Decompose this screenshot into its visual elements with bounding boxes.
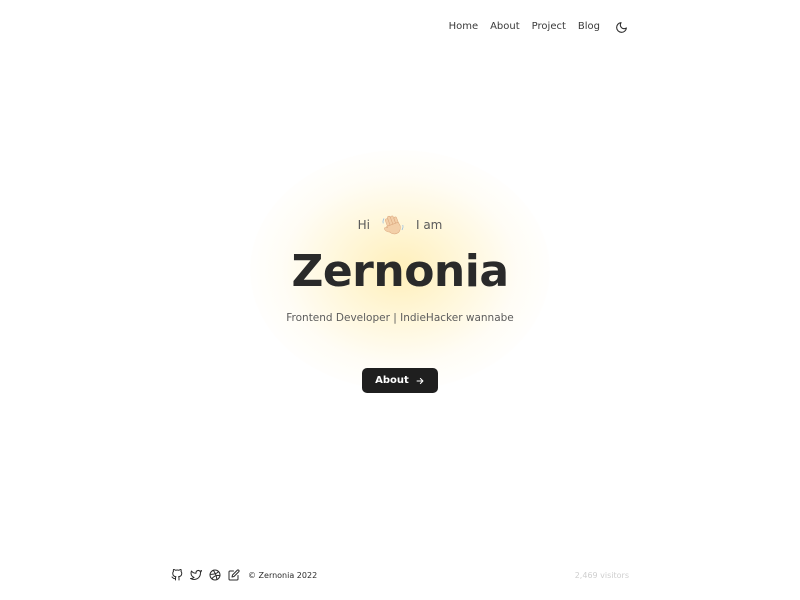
moon-icon	[615, 21, 627, 33]
copyright-text: © Zernonia 2022	[248, 570, 318, 580]
greeting-hi: Hi	[357, 218, 370, 232]
dribbble-link[interactable]	[209, 569, 221, 581]
greeting-i-am: I am	[415, 218, 443, 232]
nav-home[interactable]: Home	[444, 18, 482, 40]
nav-blog[interactable]: Blog	[578, 18, 600, 36]
top-nav: Home About Project Blog	[444, 18, 628, 40]
twitter-link[interactable]	[190, 569, 202, 581]
footer-left: © Zernonia 2022	[171, 569, 317, 581]
hero-name: Zernonia	[291, 246, 509, 297]
waving-hand-icon	[382, 215, 404, 235]
about-button[interactable]: About	[362, 368, 438, 393]
about-button-label: About	[375, 375, 409, 386]
nav-about[interactable]: About	[490, 18, 520, 36]
footer: © Zernonia 2022 2,469 visitors	[171, 569, 629, 581]
github-icon	[171, 569, 183, 581]
hero-tagline: Frontend Developer | IndieHacker wannabe	[286, 312, 514, 324]
edit-link[interactable]	[228, 569, 240, 581]
arrow-right-icon	[416, 377, 424, 384]
dribbble-icon	[209, 569, 221, 581]
twitter-icon	[190, 569, 202, 580]
edit-icon	[228, 569, 240, 581]
greeting: Hi I am	[0, 210, 800, 240]
visitor-count: 2,469 visitors	[574, 570, 629, 580]
github-link[interactable]	[171, 569, 183, 581]
page: Home About Project Blog Hi I am Zernonia…	[0, 0, 800, 600]
theme-toggle-button[interactable]	[614, 20, 628, 34]
hero-section: Hi I am Zernonia Frontend Developer | In…	[0, 210, 800, 324]
nav-project[interactable]: Project	[532, 18, 566, 36]
